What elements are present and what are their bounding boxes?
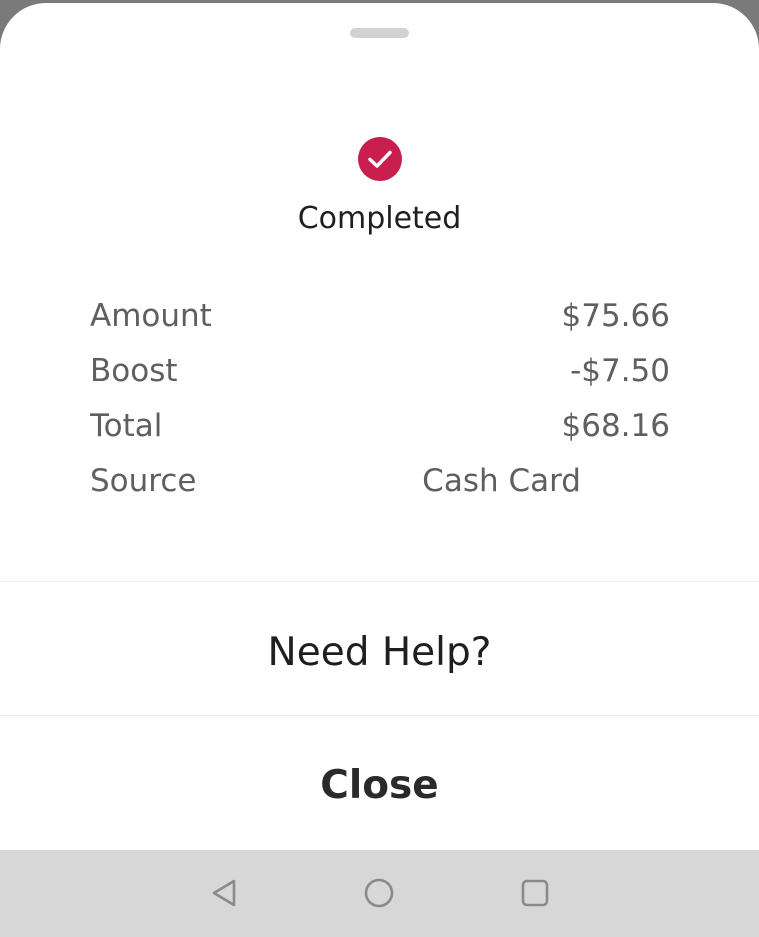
- recents-icon[interactable]: [518, 876, 552, 910]
- detail-value: $68.16: [561, 408, 670, 444]
- detail-row-amount: Amount $75.66: [90, 298, 670, 338]
- detail-value: Cash Card: [422, 463, 581, 499]
- detail-row-boost: Boost -$7.50: [90, 353, 670, 393]
- need-help-button[interactable]: Need Help?: [0, 630, 759, 680]
- detail-value: -$7.50: [570, 353, 670, 389]
- back-icon[interactable]: [208, 876, 242, 910]
- detail-row-source: Source Cash Card: [90, 463, 670, 503]
- drag-handle[interactable]: [350, 28, 409, 38]
- home-icon[interactable]: [362, 876, 396, 910]
- detail-row-total: Total $68.16: [90, 408, 670, 448]
- detail-label: Boost: [90, 353, 178, 389]
- detail-label: Amount: [90, 298, 212, 334]
- divider: [0, 581, 759, 582]
- detail-label: Source: [90, 463, 197, 499]
- transaction-sheet: Completed Amount $75.66 Boost -$7.50 Tot…: [0, 3, 759, 850]
- detail-value: $75.66: [561, 298, 670, 334]
- status-label: Completed: [297, 201, 462, 236]
- system-navigation-bar: [0, 850, 759, 937]
- detail-label: Total: [90, 408, 163, 444]
- divider: [0, 715, 759, 716]
- check-circle-icon: [358, 137, 402, 181]
- close-button[interactable]: Close: [0, 763, 759, 815]
